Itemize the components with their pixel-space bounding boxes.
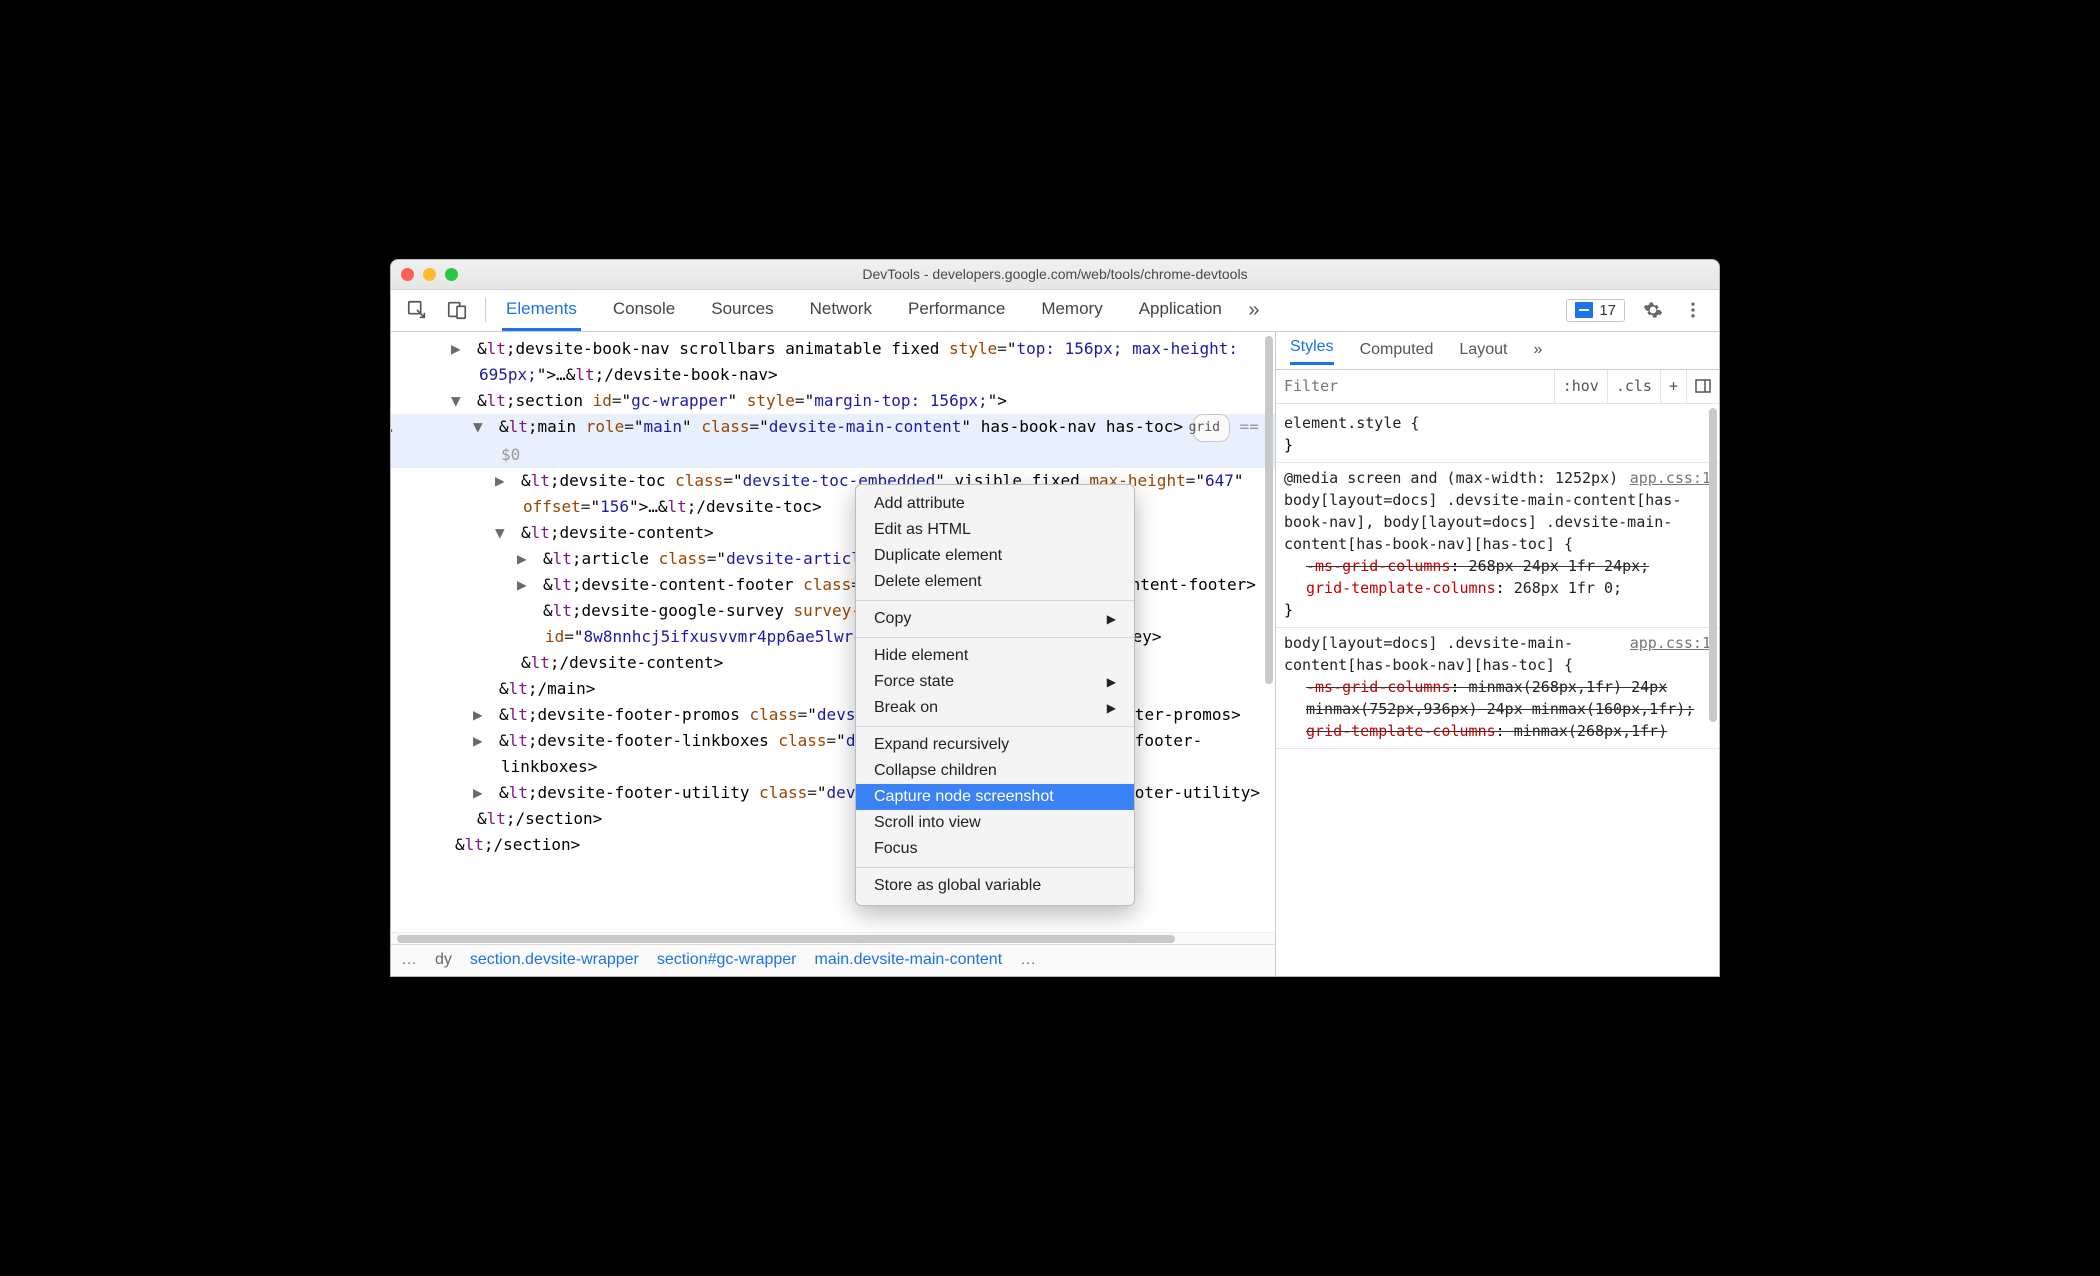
menu-item-hide-element[interactable]: Hide element — [856, 643, 1134, 669]
hov-button[interactable]: :hov — [1554, 370, 1607, 403]
dom-row[interactable]: ▶&lt;devsite-book-nav scrollbars animata… — [391, 336, 1275, 388]
titlebar: DevTools - developers.google.com/web/too… — [391, 260, 1719, 290]
menu-item-collapse-children[interactable]: Collapse children — [856, 758, 1134, 784]
zoom-icon[interactable] — [445, 268, 458, 281]
menu-item-add-attribute[interactable]: Add attribute — [856, 491, 1134, 517]
dom-row[interactable]: &lt;/main> — [391, 676, 1275, 702]
issues-icon — [1575, 302, 1593, 318]
menu-item-focus[interactable]: Focus — [856, 836, 1134, 862]
horizontal-scrollbar[interactable] — [391, 932, 1275, 944]
rule-source-link[interactable]: app.css:1 — [1630, 632, 1711, 654]
dom-row[interactable]: ▶&lt;devsite-toc class="devsite-toc-embe… — [391, 468, 1275, 520]
issues-counter[interactable]: 17 — [1566, 299, 1625, 322]
menu-separator — [856, 726, 1134, 727]
tab-console[interactable]: Console — [609, 290, 679, 331]
vertical-scrollbar[interactable] — [1263, 332, 1275, 932]
crumb-item: … — [1020, 951, 1036, 969]
style-rule[interactable]: app.css:1body[layout=docs] .devsite-main… — [1276, 628, 1719, 749]
menu-item-scroll-into-view[interactable]: Scroll into view — [856, 810, 1134, 836]
breadcrumb[interactable]: … dy section.devsite-wrapper section#gc-wra… — [391, 944, 1275, 976]
dom-row[interactable]: ▶&lt;devsite-footer-utility class="devsi… — [391, 780, 1275, 806]
rule-source-link[interactable]: app.css:1 — [1630, 467, 1711, 489]
context-menu: Add attributeEdit as HTMLDuplicate eleme… — [855, 484, 1135, 906]
dom-row[interactable]: ▼&lt;section id="gc-wrapper" style="marg… — [391, 388, 1275, 414]
tab-memory[interactable]: Memory — [1037, 290, 1106, 331]
menu-item-duplicate-element[interactable]: Duplicate element — [856, 543, 1134, 569]
crumb-item: … — [401, 951, 417, 969]
menu-item-force-state[interactable]: Force state▶ — [856, 669, 1134, 695]
tab-performance[interactable]: Performance — [904, 290, 1009, 331]
menu-item-delete-element[interactable]: Delete element — [856, 569, 1134, 595]
style-rule[interactable]: element.style {} — [1276, 408, 1719, 463]
tab-elements[interactable]: Elements — [502, 290, 581, 331]
dom-row[interactable]: ▼&lt;devsite-content> — [391, 520, 1275, 546]
main-toolbar: Elements Console Sources Network Performance… — [391, 290, 1719, 332]
dom-row[interactable]: ▶&lt;article class="devsite-article">…&l… — [391, 546, 1275, 572]
crumb-item[interactable]: main.devsite-main-content — [815, 951, 1003, 969]
sidebar-overflow-icon[interactable]: » — [1533, 341, 1542, 359]
styles-rules[interactable]: element.style {}app.css:1@media screen a… — [1276, 404, 1719, 976]
styles-filter-bar: :hov .cls + — [1276, 370, 1719, 404]
crumb-item[interactable]: dy — [435, 951, 452, 969]
sidebar-tab-layout[interactable]: Layout — [1459, 341, 1507, 359]
tab-application[interactable]: Application — [1135, 290, 1226, 331]
dom-row[interactable]: &lt;/devsite-content> — [391, 650, 1275, 676]
styles-sidebar: Styles Computed Layout » :hov .cls + elemen… — [1276, 332, 1719, 976]
menu-item-copy[interactable]: Copy▶ — [856, 606, 1134, 632]
dom-row[interactable]: ▶&lt;devsite-footer-linkboxes class="dev… — [391, 728, 1275, 780]
dom-tree[interactable]: ▶&lt;devsite-book-nav scrollbars animata… — [391, 332, 1275, 932]
device-toggle-icon[interactable] — [445, 298, 469, 322]
issues-count: 17 — [1599, 302, 1616, 319]
dom-row[interactable]: &lt;/section> — [391, 832, 1275, 858]
panel-tabs: Elements Console Sources Network Performance… — [502, 290, 1226, 331]
dom-row[interactable]: ▶&lt;devsite-footer-promos class="devsit… — [391, 702, 1275, 728]
tab-sources[interactable]: Sources — [707, 290, 777, 331]
sidebar-tabs: Styles Computed Layout » — [1276, 332, 1719, 370]
cls-button[interactable]: .cls — [1607, 370, 1660, 403]
kebab-menu-icon[interactable] — [1681, 298, 1705, 322]
overflow-panels-icon[interactable]: » — [1242, 298, 1266, 322]
tab-network[interactable]: Network — [806, 290, 876, 331]
dom-row[interactable]: &lt;devsite-google-survey survey-id="8w8… — [391, 598, 1275, 650]
menu-item-store-as-global-variable[interactable]: Store as global variable — [856, 873, 1134, 899]
menu-item-edit-as-html[interactable]: Edit as HTML — [856, 517, 1134, 543]
dom-row[interactable]: &lt;/section> — [391, 806, 1275, 832]
elements-panel: ▶&lt;devsite-book-nav scrollbars animata… — [391, 332, 1276, 976]
close-icon[interactable] — [401, 268, 414, 281]
menu-item-break-on[interactable]: Break on▶ — [856, 695, 1134, 721]
sidebar-tab-computed[interactable]: Computed — [1360, 341, 1434, 359]
settings-gear-icon[interactable] — [1641, 298, 1665, 322]
menu-separator — [856, 637, 1134, 638]
new-rule-button[interactable]: + — [1660, 370, 1686, 403]
dom-row[interactable]: ▼&lt;main role="main" class="devsite-mai… — [391, 414, 1275, 468]
menu-separator — [856, 600, 1134, 601]
style-rule[interactable]: app.css:1@media screen and (max-width: 1… — [1276, 463, 1719, 628]
menu-item-capture-node-screenshot[interactable]: Capture node screenshot — [856, 784, 1134, 810]
separator — [485, 298, 486, 322]
vertical-scrollbar[interactable] — [1707, 404, 1719, 976]
menu-item-expand-recursively[interactable]: Expand recursively — [856, 732, 1134, 758]
crumb-item[interactable]: section#gc-wrapper — [657, 951, 797, 969]
inspect-icon[interactable] — [405, 298, 429, 322]
devtools-window: DevTools - developers.google.com/web/too… — [390, 259, 1720, 977]
traffic-lights — [401, 268, 458, 281]
styles-filter-input[interactable] — [1276, 373, 1554, 399]
dom-row[interactable]: ▶&lt;devsite-content-footer class="nocon… — [391, 572, 1275, 598]
sidebar-tab-styles[interactable]: Styles — [1290, 338, 1334, 365]
crumb-item[interactable]: section.devsite-wrapper — [470, 951, 639, 969]
menu-separator — [856, 867, 1134, 868]
window-title: DevTools - developers.google.com/web/too… — [391, 266, 1719, 282]
computed-panel-toggle-icon[interactable] — [1686, 370, 1719, 403]
minimize-icon[interactable] — [423, 268, 436, 281]
